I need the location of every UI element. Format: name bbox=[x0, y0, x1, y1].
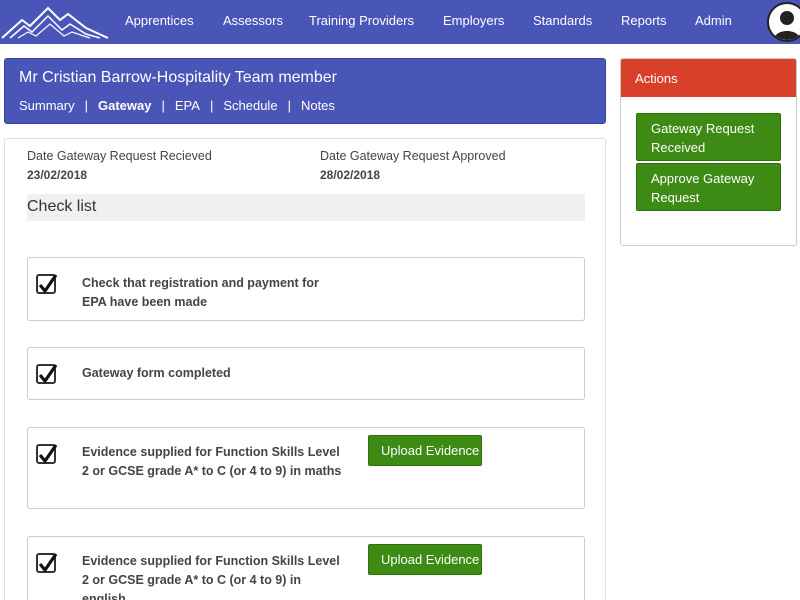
gateway-panel: Date Gateway Request Recieved 23/02/2018… bbox=[4, 138, 606, 600]
checklist-item: Gateway form completed bbox=[27, 347, 585, 400]
checklist-item-text: Check that registration and payment for … bbox=[82, 276, 319, 309]
checkmark-icon bbox=[38, 364, 58, 384]
upload-evidence-button[interactable]: Upload Evidence bbox=[368, 544, 482, 575]
checklist-header: Check list bbox=[27, 194, 585, 221]
actions-title: Actions bbox=[635, 71, 678, 86]
nav-reports[interactable]: Reports bbox=[621, 13, 667, 28]
upload-evidence-button[interactable]: Upload Evidence bbox=[368, 435, 482, 466]
checklist-item-text: Gateway form completed bbox=[82, 366, 231, 380]
date-approved-label: Date Gateway Request Approved bbox=[320, 149, 506, 163]
nav-apprentices[interactable]: Apprentices bbox=[125, 13, 194, 28]
checklist-item-text: Evidence supplied for Function Skills Le… bbox=[82, 445, 342, 478]
checklist-item: Evidence supplied for Function Skills Le… bbox=[27, 427, 585, 509]
checklist-item-text: Evidence supplied for Function Skills Le… bbox=[82, 554, 340, 600]
nav-assessors[interactable]: Assessors bbox=[223, 13, 283, 28]
top-navbar: Apprentices Assessors Training Providers… bbox=[0, 0, 800, 44]
tab-summary[interactable]: Summary bbox=[19, 98, 75, 113]
checkmark-icon bbox=[38, 274, 58, 294]
apprentice-header: Mr Cristian Barrow-Hospitality Team memb… bbox=[4, 58, 606, 124]
tab-gateway[interactable]: Gateway bbox=[98, 98, 151, 113]
checklist-item: Check that registration and payment for … bbox=[27, 257, 585, 321]
checkbox[interactable] bbox=[36, 553, 58, 573]
nav-training-providers[interactable]: Training Providers bbox=[309, 13, 414, 28]
checklist-title: Check list bbox=[27, 198, 97, 215]
tab-epa[interactable]: EPA bbox=[175, 98, 200, 113]
mountain-logo-icon[interactable] bbox=[0, 2, 110, 42]
page-title: Mr Cristian Barrow-Hospitality Team memb… bbox=[19, 69, 337, 86]
tab-separator: | bbox=[84, 98, 89, 113]
tab-separator: | bbox=[161, 98, 165, 113]
date-received-label: Date Gateway Request Recieved bbox=[27, 149, 212, 163]
nav-employers[interactable]: Employers bbox=[443, 13, 504, 28]
checklist-item: Evidence supplied for Function Skills Le… bbox=[27, 536, 585, 600]
nav-standards[interactable]: Standards bbox=[533, 13, 592, 28]
tab-notes[interactable]: Notes bbox=[301, 98, 335, 113]
nav-admin[interactable]: Admin bbox=[695, 13, 732, 28]
checkmark-icon bbox=[38, 444, 58, 464]
checkbox[interactable] bbox=[36, 364, 58, 384]
checkmark-icon bbox=[38, 553, 58, 573]
gateway-request-received-button[interactable]: Gateway Request Received bbox=[636, 113, 781, 161]
sub-navigation: Summary | Gateway | EPA | Schedule | Not… bbox=[19, 98, 335, 113]
date-received-value: 23/02/2018 bbox=[27, 168, 88, 182]
date-approved-value: 28/02/2018 bbox=[320, 168, 381, 182]
checkbox[interactable] bbox=[36, 444, 58, 464]
actions-panel: Actions Gateway Request Received Approve… bbox=[620, 58, 797, 246]
tab-schedule[interactable]: Schedule bbox=[223, 98, 277, 113]
approve-gateway-request-button[interactable]: Approve Gateway Request bbox=[636, 163, 781, 211]
actions-header: Actions bbox=[621, 59, 796, 97]
tab-separator: | bbox=[287, 98, 291, 113]
user-avatar-icon[interactable] bbox=[767, 2, 800, 42]
tab-separator: | bbox=[209, 98, 214, 113]
checkbox[interactable] bbox=[36, 274, 58, 294]
